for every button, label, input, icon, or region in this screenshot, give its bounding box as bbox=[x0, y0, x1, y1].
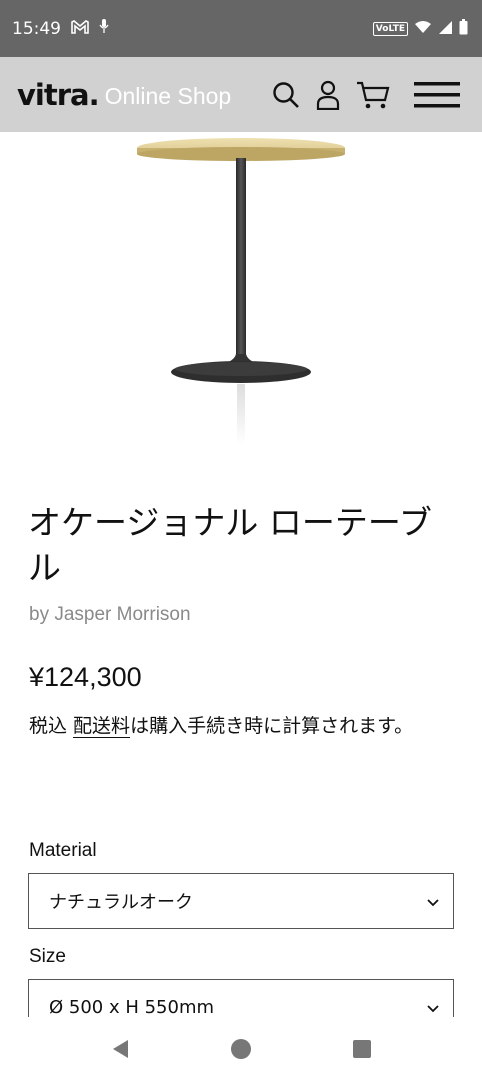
status-bar: 15:49 VoLTE bbox=[0, 0, 482, 57]
material-label: Material bbox=[29, 840, 97, 861]
home-icon[interactable] bbox=[221, 1029, 261, 1069]
battery-icon bbox=[459, 19, 468, 38]
account-icon[interactable] bbox=[316, 80, 340, 110]
volte-badge: VoLTE bbox=[372, 21, 408, 36]
back-icon[interactable] bbox=[100, 1029, 140, 1069]
size-label: Size bbox=[29, 946, 66, 967]
tax-suffix: は購入手続き時に計算されます。 bbox=[130, 715, 414, 737]
shipping-link[interactable]: 配送料 bbox=[73, 715, 131, 738]
mic-icon bbox=[99, 18, 109, 39]
chevron-down-icon bbox=[427, 891, 439, 912]
chevron-down-icon bbox=[427, 997, 439, 1018]
online-shop-label: Online Shop bbox=[104, 83, 232, 109]
product-price: ¥124,300 bbox=[29, 662, 142, 692]
system-nav-bar bbox=[0, 1017, 482, 1080]
product-title: オケージョナル ローテーブル bbox=[28, 503, 432, 587]
gmail-icon bbox=[71, 19, 89, 39]
product-designer: by Jasper Morrison bbox=[29, 604, 191, 625]
material-value: ナチュラルオーク bbox=[49, 892, 193, 913]
size-value: Ø 500 x H 550mm bbox=[49, 996, 215, 1018]
vitra-logo[interactable]: vitra. bbox=[17, 78, 100, 112]
material-select[interactable]: ナチュラルオーク bbox=[28, 873, 454, 929]
search-icon[interactable] bbox=[272, 81, 300, 109]
tax-note: 税込 配送料は購入手続き時に計算されます。 bbox=[29, 711, 454, 742]
menu-icon[interactable] bbox=[414, 80, 460, 110]
status-time: 15:49 bbox=[12, 18, 61, 39]
recents-icon[interactable] bbox=[342, 1029, 382, 1069]
product-image[interactable] bbox=[0, 132, 482, 452]
cart-icon[interactable] bbox=[356, 80, 390, 110]
tax-prefix: 税込 bbox=[29, 715, 74, 737]
wifi-icon bbox=[414, 20, 432, 37]
site-header: vitra. Online Shop bbox=[0, 57, 482, 132]
signal-icon bbox=[438, 20, 453, 38]
